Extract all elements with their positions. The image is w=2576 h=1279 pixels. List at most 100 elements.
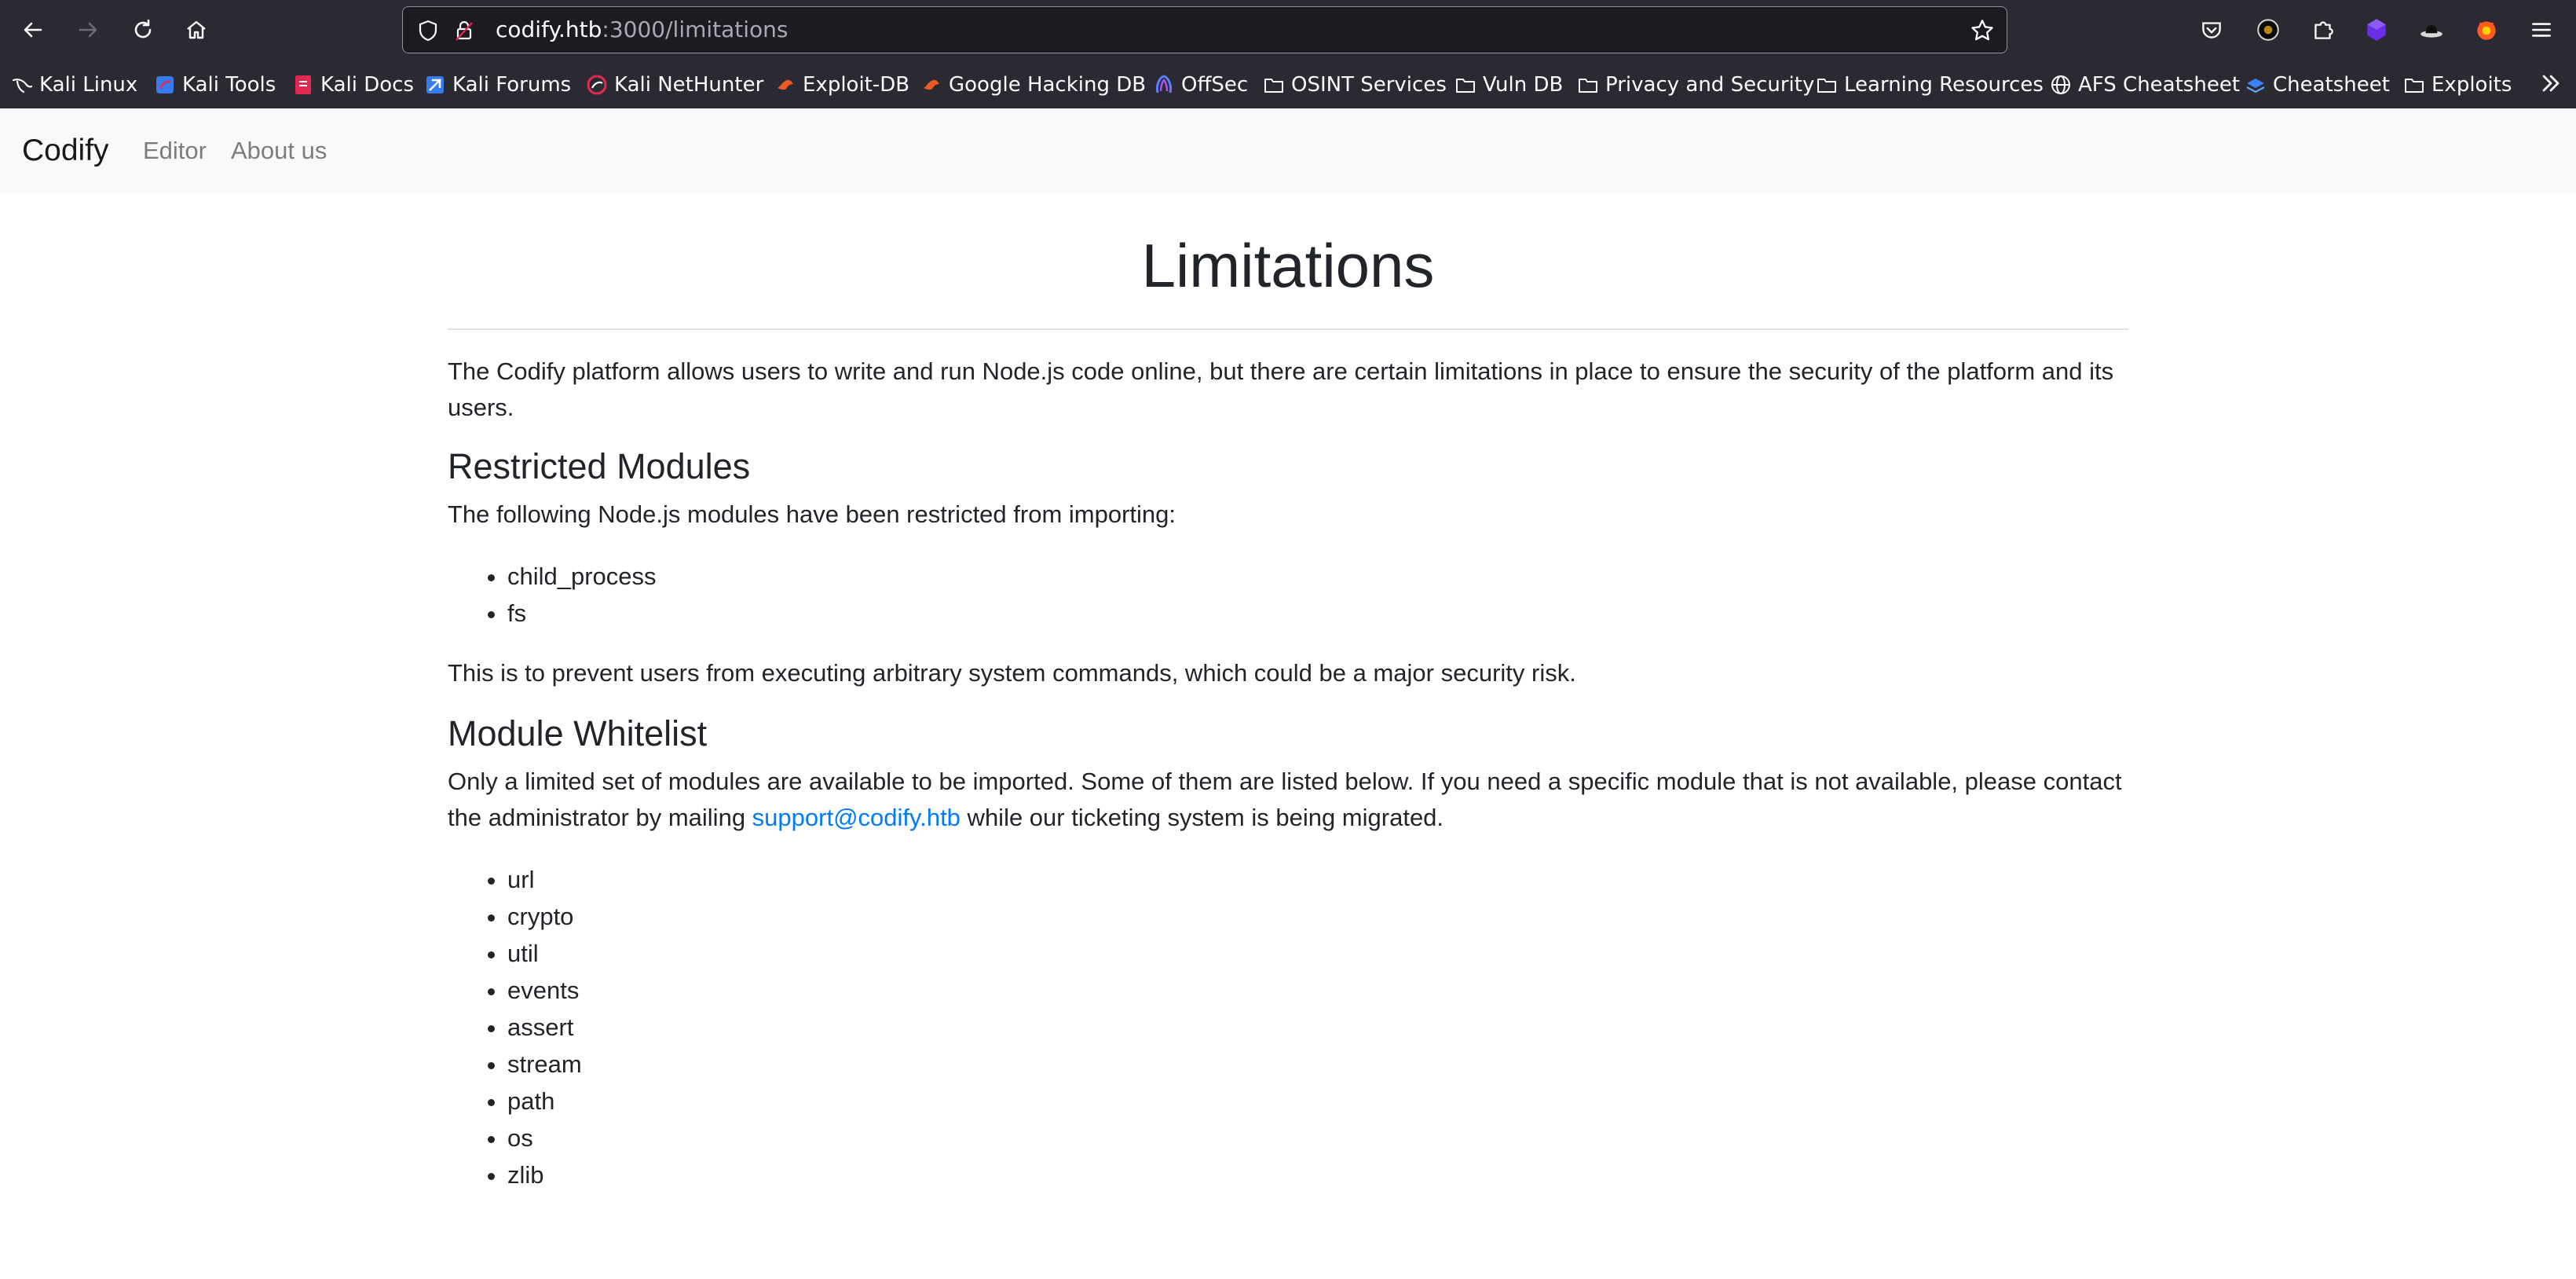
bookmark-folder-exploits[interactable]: Exploits	[2403, 69, 2512, 101]
circle-extension-icon	[2257, 19, 2279, 41]
restricted-modules-list: child_process fs	[448, 558, 2128, 632]
bookmark-label: OffSec	[1181, 73, 1249, 97]
folder-icon	[2403, 74, 2425, 96]
browser-chrome: codify.htb:3000/limitations Kali Linux K…	[0, 0, 2576, 108]
bookmark-google-hacking-db[interactable]: Google Hacking DB	[920, 69, 1146, 101]
bookmark-star-icon[interactable]	[1969, 17, 1996, 44]
extension-purple-button[interactable]	[2362, 16, 2391, 44]
home-button[interactable]	[174, 8, 218, 52]
list-item: os	[507, 1120, 2128, 1156]
home-icon	[187, 20, 206, 39]
kali-dragon-icon	[11, 74, 33, 96]
kali-tools-icon	[154, 74, 176, 96]
cheatsheet-icon	[2245, 74, 2267, 96]
bookmark-label: Kali Forums	[452, 73, 572, 97]
list-item: crypto	[507, 898, 2128, 935]
bookmark-offsec[interactable]: OffSec	[1153, 69, 1248, 101]
module-whitelist-text: Only a limited set of modules are availa…	[448, 764, 2128, 836]
exploit-db-icon	[774, 74, 796, 96]
browser-toolbar: codify.htb:3000/limitations	[0, 0, 2576, 60]
bookmark-folder-vuln-db[interactable]: Vuln DB	[1454, 69, 1563, 101]
list-item: url	[507, 861, 2128, 898]
ghdb-icon	[920, 74, 942, 96]
extension-fox-button[interactable]	[2472, 16, 2501, 44]
reload-icon	[134, 19, 152, 38]
module-whitelist-list: url crypto util events assert stream pat…	[448, 861, 2128, 1193]
list-item: stream	[507, 1046, 2128, 1083]
restricted-modules-heading: Restricted Modules	[448, 446, 751, 486]
bookmark-label: Kali Docs	[320, 73, 415, 97]
list-item: fs	[507, 595, 2128, 632]
bookmark-label: OSINT Services	[1291, 73, 1447, 97]
extensions-button[interactable]	[2309, 16, 2337, 44]
extension-hat-button[interactable]	[2417, 16, 2446, 44]
list-item: events	[507, 972, 2128, 1009]
offsec-icon	[1153, 74, 1175, 96]
kali-forums-icon	[424, 74, 446, 96]
intro-paragraph: The Codify platform allows users to writ…	[448, 357, 2114, 421]
bookmark-kali-nethunter[interactable]: Kali NetHunter	[586, 69, 763, 101]
bookmark-kali-linux[interactable]: Kali Linux	[11, 69, 137, 101]
arrow-left-icon	[24, 22, 42, 38]
bookmark-kali-docs[interactable]: Kali Docs	[292, 69, 414, 101]
bookmark-label: Kali Tools	[182, 73, 276, 97]
url-host: codify.htb	[496, 16, 602, 42]
folder-icon	[1816, 74, 1838, 96]
site-navbar: Codify Editor About us	[0, 108, 2576, 193]
bookmarks-toolbar: Kali Linux Kali Tools Kali Docs Kali For…	[0, 63, 2576, 107]
extension-dark-button[interactable]	[2254, 16, 2282, 44]
module-whitelist-heading: Module Whitelist	[448, 713, 708, 753]
bookmark-folder-osint-services[interactable]: OSINT Services	[1263, 69, 1447, 101]
forward-button[interactable]	[66, 8, 110, 52]
bookmark-label: Cheatsheet	[2273, 73, 2390, 97]
url-path: :3000/limitations	[602, 16, 789, 42]
tracking-shield-icon[interactable]	[415, 18, 441, 43]
bookmark-label: Vuln DB	[1483, 73, 1564, 97]
bookmark-label: Kali NetHunter	[614, 73, 764, 97]
bookmark-label: Exploit-DB	[803, 73, 910, 97]
list-item: zlib	[507, 1156, 2128, 1193]
lock-insecure-icon[interactable]	[452, 18, 477, 43]
kali-docs-icon	[292, 74, 314, 96]
list-item: util	[507, 935, 2128, 972]
folder-icon	[1263, 74, 1285, 96]
restricted-modules-note: This is to prevent users from executing …	[448, 659, 1576, 687]
list-item: path	[507, 1083, 2128, 1120]
page-title: Limitations	[448, 193, 2128, 330]
bookmark-label: Google Hacking DB	[949, 73, 1147, 97]
pocket-button[interactable]	[2197, 16, 2226, 44]
support-email-link[interactable]: support@codify.htb	[752, 804, 961, 831]
nav-link-editor[interactable]: Editor	[143, 132, 207, 170]
reload-button[interactable]	[121, 8, 165, 52]
arrow-right-icon	[79, 22, 97, 38]
fox-extension-icon	[2477, 21, 2496, 40]
restricted-modules-text: The following Node.js modules have been …	[448, 500, 1176, 528]
list-item: assert	[507, 1009, 2128, 1046]
bookmark-folder-privacy-and-security[interactable]: Privacy and Security	[1577, 69, 1814, 101]
bookmark-kali-tools[interactable]: Kali Tools	[154, 69, 276, 101]
nav-link-about-us[interactable]: About us	[231, 132, 327, 170]
back-button[interactable]	[11, 8, 55, 52]
brand-link[interactable]: Codify	[22, 130, 109, 171]
whitelist-text-after: while our ticketing system is being migr…	[960, 804, 1444, 831]
globe-icon	[2050, 74, 2072, 96]
bookmark-label: Kali Linux	[39, 73, 138, 97]
puzzle-icon	[2314, 21, 2333, 39]
main-content: Limitations The Codify platform allows u…	[448, 193, 2128, 1193]
bookmark-exploit-db[interactable]: Exploit-DB	[774, 69, 909, 101]
hamburger-menu-icon	[2532, 23, 2551, 37]
menu-button[interactable]	[2527, 16, 2556, 44]
folder-icon	[1454, 74, 1476, 96]
url-bar[interactable]: codify.htb:3000/limitations	[402, 6, 2007, 53]
hat-icon	[2420, 24, 2442, 38]
url-text[interactable]: codify.htb:3000/limitations	[496, 7, 789, 53]
bookmark-kali-forums[interactable]: Kali Forums	[424, 69, 571, 101]
bookmark-afs-cheatsheet[interactable]: AFS Cheatsheet	[2050, 69, 2240, 101]
bookmark-cheatsheet[interactable]: Cheatsheet	[2245, 69, 2390, 101]
bookmarks-overflow-chevron-icon[interactable]	[2537, 69, 2565, 97]
nethunter-icon	[586, 74, 608, 96]
bookmark-label: AFS Cheatsheet	[2078, 73, 2241, 97]
list-item: child_process	[507, 558, 2128, 595]
pocket-icon	[2202, 22, 2221, 38]
bookmark-folder-learning-resources[interactable]: Learning Resources	[1816, 69, 2044, 101]
